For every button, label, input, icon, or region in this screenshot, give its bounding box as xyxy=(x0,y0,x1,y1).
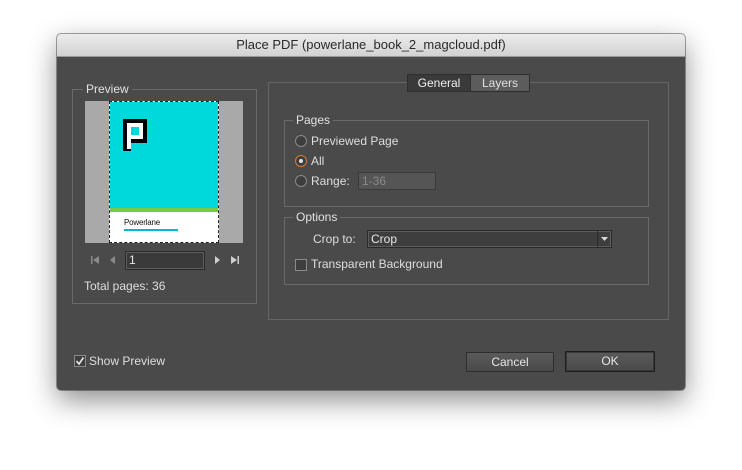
page-thumbnail: Powerlane xyxy=(109,101,219,243)
place-pdf-dialog: Place PDF (powerlane_book_2_magcloud.pdf… xyxy=(57,34,685,390)
crop-to-value: Crop xyxy=(371,232,398,246)
thumbnail-underline xyxy=(124,229,178,231)
radio-range[interactable] xyxy=(295,175,307,187)
tab-general[interactable]: General xyxy=(407,74,471,92)
checkmark-icon xyxy=(75,357,85,369)
crop-to-label: Crop to: xyxy=(313,232,356,246)
last-page-icon[interactable] xyxy=(229,254,241,266)
radio-previewed-page-label: Previewed Page xyxy=(311,134,399,148)
radio-all[interactable] xyxy=(295,155,307,167)
preview-legend: Preview xyxy=(83,82,132,96)
thumbnail-cover xyxy=(110,102,218,208)
total-pages-label: Total pages: 36 xyxy=(84,279,166,293)
first-page-icon[interactable] xyxy=(89,254,101,266)
ok-button[interactable]: OK xyxy=(565,351,655,372)
cancel-button[interactable]: Cancel xyxy=(466,352,554,372)
preview-area: Powerlane xyxy=(85,101,243,243)
radio-all-label: All xyxy=(311,154,325,168)
tab-layers[interactable]: Layers xyxy=(470,74,530,92)
page-number-field[interactable]: 1 xyxy=(125,251,205,270)
pages-legend: Pages xyxy=(293,113,334,127)
crop-to-select[interactable]: Crop xyxy=(367,230,612,248)
show-preview-label: Show Preview xyxy=(89,354,166,368)
window-title: Place PDF (powerlane_book_2_magcloud.pdf… xyxy=(57,34,685,57)
next-page-icon[interactable] xyxy=(211,254,223,266)
transparent-background-checkbox[interactable] xyxy=(295,259,307,271)
chevron-down-icon xyxy=(597,231,611,247)
radio-range-label: Range: xyxy=(311,174,350,188)
page-number-value: 1 xyxy=(129,253,136,267)
options-legend: Options xyxy=(293,210,341,224)
range-input[interactable]: 1-36 xyxy=(358,172,436,190)
powerlane-logo-icon xyxy=(122,118,148,152)
thumbnail-brand: Powerlane xyxy=(124,218,161,227)
thumbnail-green-stripe xyxy=(110,208,218,212)
prev-page-icon[interactable] xyxy=(107,254,119,266)
show-preview-checkbox[interactable] xyxy=(74,355,86,367)
options-group xyxy=(284,217,649,285)
radio-previewed-page[interactable] xyxy=(295,135,307,147)
transparent-background-label: Transparent Background xyxy=(311,257,443,271)
range-input-placeholder: 1-36 xyxy=(362,174,387,188)
